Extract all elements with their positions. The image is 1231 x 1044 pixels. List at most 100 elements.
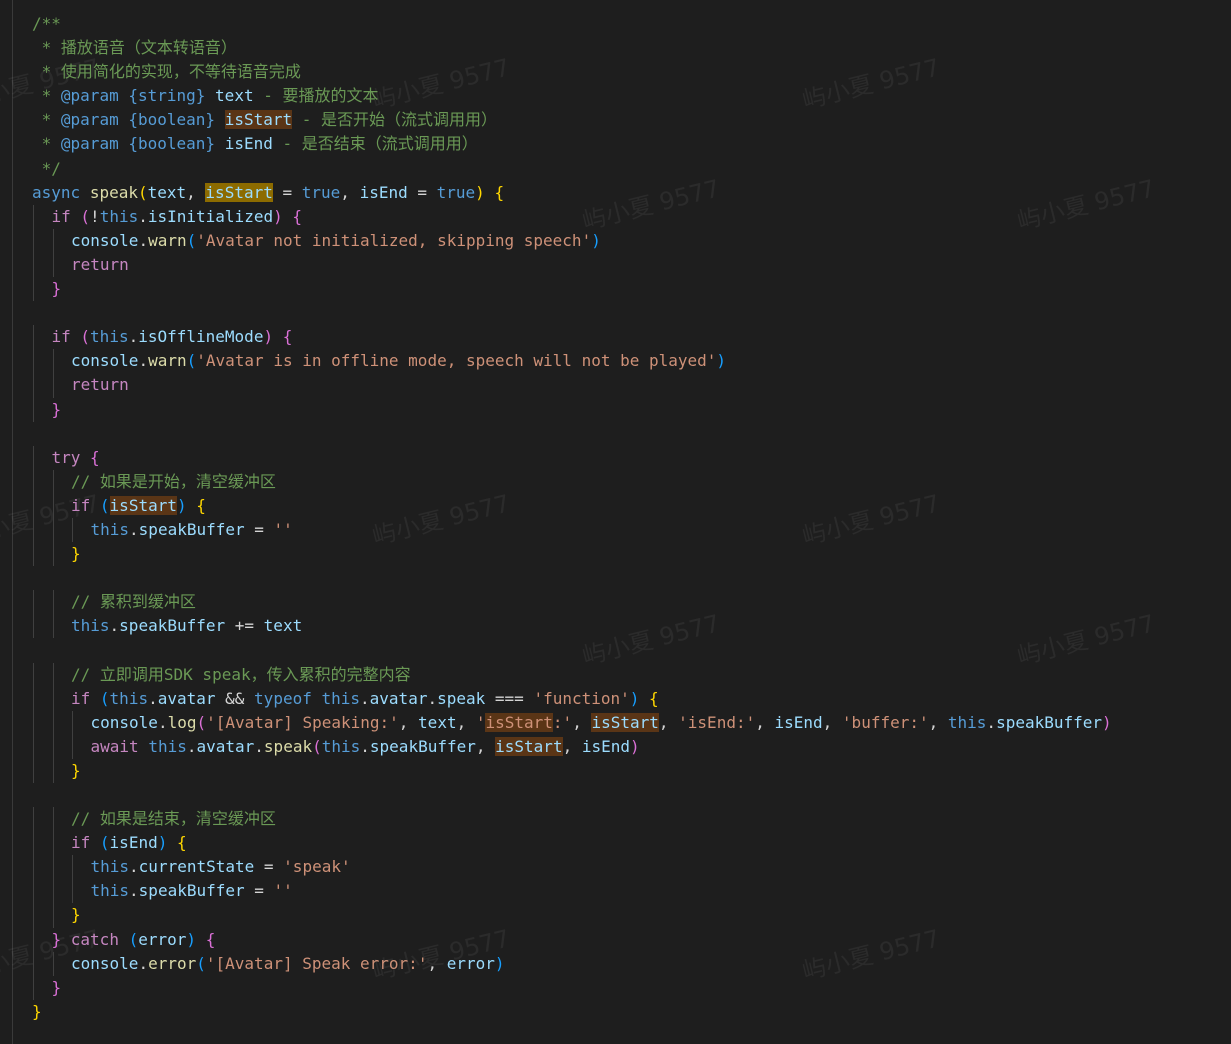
code-line[interactable]: } catch (error) {	[0, 927, 1231, 952]
code-line[interactable]: console.error('[Avatar] Speak error:', e…	[0, 951, 1231, 976]
code-token: try	[51, 447, 81, 467]
code-text: }	[52, 976, 62, 1000]
code-line[interactable]: }	[0, 1000, 1231, 1024]
code-token: (	[137, 182, 148, 202]
code-line[interactable]	[0, 783, 1231, 807]
code-line[interactable]: // 如果是开始，清空缓冲区	[0, 469, 1231, 494]
code-token: speakBuffer	[119, 616, 226, 636]
code-token: )	[1102, 712, 1112, 732]
code-text: } catch (error) {	[52, 928, 216, 952]
code-line[interactable]: console.warn('Avatar not initialized, sk…	[0, 228, 1231, 253]
code-line[interactable]: this.currentState = 'speak'	[0, 855, 1231, 880]
code-text: async speak(text, isStart = true, isEnd …	[32, 181, 504, 205]
code-token: @param	[60, 86, 119, 106]
code-token: {	[649, 688, 659, 708]
code-token: =	[407, 182, 437, 202]
code-token: }	[51, 399, 62, 419]
indent-guide	[52, 710, 54, 735]
code-text: // 立即调用SDK speak，传入累积的完整内容	[71, 663, 411, 687]
indent-guide	[33, 252, 34, 278]
code-token: )	[186, 929, 197, 949]
code-line[interactable]: }	[0, 277, 1231, 302]
code-line[interactable]: // 立即调用SDK speak，传入累积的完整内容	[0, 662, 1231, 687]
code-line[interactable]: console.warn('Avatar is in offline mode,…	[0, 349, 1231, 374]
code-area[interactable]: /** * 播放语音（文本转语音） * 使用简化的实现，不等待语音完成 * @p…	[0, 12, 1231, 1024]
indent-guide	[33, 325, 34, 350]
code-token: @param	[60, 110, 119, 130]
code-line[interactable]: }	[0, 397, 1231, 422]
code-token: )	[475, 182, 485, 202]
code-text: }	[71, 759, 81, 783]
code-line[interactable]: return	[0, 252, 1231, 278]
code-line[interactable]: * @param {boolean} isStart - 是否开始（流式调用用）	[0, 108, 1231, 132]
code-line[interactable]: this.speakBuffer = ''	[0, 879, 1231, 904]
code-line[interactable]: }	[0, 903, 1231, 928]
code-token: '[Avatar] Speaking:'	[206, 712, 399, 732]
indent-guide	[52, 662, 54, 687]
code-line[interactable]: // 如果是结束，清空缓冲区	[0, 807, 1231, 832]
code-line[interactable]: // 累积到缓冲区	[0, 590, 1231, 615]
code-line[interactable]: * @param {boolean} isEnd - 是否结束（流式调用用）	[0, 132, 1231, 156]
code-text: console.log('[Avatar] Speaking:', text, …	[91, 711, 1112, 735]
code-text: */	[32, 157, 61, 181]
code-text: return	[71, 253, 129, 277]
code-line[interactable]: if (isEnd) {	[0, 831, 1231, 856]
code-token: console	[90, 712, 158, 732]
code-token: )	[263, 327, 274, 347]
indent-guide	[33, 493, 34, 518]
indent-guide	[33, 204, 34, 229]
code-line[interactable]: if (isStart) {	[0, 493, 1231, 518]
code-editor[interactable]: 屿小夏 9577 屿小夏 9577 屿小夏 9577 屿小夏 9577 屿小夏 9577…	[0, 0, 1231, 1044]
code-token: avatar	[196, 736, 255, 756]
code-line[interactable]	[0, 422, 1231, 446]
code-line[interactable]: if (!this.isInitialized) {	[0, 204, 1231, 229]
code-line[interactable]: /**	[0, 12, 1231, 36]
indent-guide	[52, 614, 54, 639]
code-token: )	[629, 688, 640, 708]
code-token: .	[986, 712, 997, 732]
code-line[interactable]: }	[0, 758, 1231, 783]
code-token: .	[148, 688, 158, 708]
code-line[interactable]: * @param {string} text - 要播放的文本	[0, 84, 1231, 108]
code-token: {	[177, 833, 187, 853]
code-line[interactable]: console.log('[Avatar] Speaking:', text, …	[0, 710, 1231, 735]
code-token: speakBuffer	[369, 736, 476, 756]
code-line[interactable]	[0, 566, 1231, 590]
code-line[interactable]: }	[0, 975, 1231, 1000]
code-text: console.warn('Avatar not initialized, sk…	[71, 229, 601, 253]
code-token: true	[436, 182, 476, 202]
code-token: )	[630, 736, 640, 756]
code-token: ===	[485, 688, 534, 708]
code-token: }	[71, 905, 81, 925]
code-line[interactable]: this.speakBuffer += text	[0, 614, 1231, 639]
code-token: ,	[755, 712, 775, 732]
code-line[interactable]: * 播放语音（文本转语音）	[0, 36, 1231, 60]
indent-guide	[52, 855, 54, 880]
code-token: )	[176, 495, 187, 515]
code-line[interactable]: * 使用简化的实现，不等待语音完成	[0, 60, 1231, 84]
code-line[interactable]: async speak(text, isStart = true, isEnd …	[0, 181, 1231, 205]
code-line[interactable]	[0, 638, 1231, 662]
code-token: * 播放语音（文本转语音）	[32, 38, 237, 58]
code-token: 'function'	[533, 688, 630, 708]
code-token: return	[71, 254, 129, 274]
indent-guide	[33, 397, 34, 422]
code-line[interactable]	[0, 301, 1231, 325]
code-token: )	[591, 230, 601, 250]
code-line[interactable]: await this.avatar.speak(this.speakBuffer…	[0, 734, 1231, 759]
code-token: true	[301, 182, 341, 202]
indent-guide	[33, 517, 34, 543]
code-line[interactable]: */	[0, 157, 1231, 181]
code-line[interactable]: this.speakBuffer = ''	[0, 517, 1231, 543]
indent-guide	[33, 807, 34, 832]
code-line[interactable]: if (this.avatar && typeof this.avatar.sp…	[0, 686, 1231, 711]
indent-guide	[33, 927, 34, 952]
code-token: )	[273, 206, 283, 226]
code-line[interactable]: try {	[0, 445, 1231, 470]
code-line[interactable]: }	[0, 542, 1231, 567]
code-line[interactable]: if (this.isOfflineMode) {	[0, 325, 1231, 350]
code-line[interactable]: return	[0, 373, 1231, 398]
indent-guide	[33, 349, 34, 374]
